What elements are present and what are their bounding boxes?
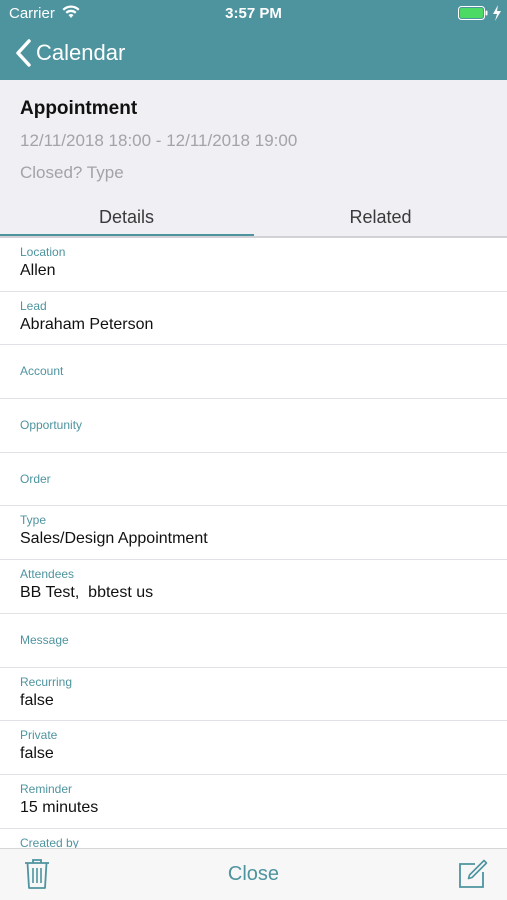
field-location: Location Allen bbox=[0, 238, 507, 292]
field-label: Private bbox=[20, 728, 58, 743]
navigation-bar: Carrier 3:57 PM Calendar bbox=[0, 0, 507, 80]
status-bar: Carrier 3:57 PM bbox=[0, 0, 507, 28]
field-reminder: Reminder 15 minutes bbox=[0, 775, 507, 829]
field-label: Type bbox=[20, 513, 47, 528]
field-value: BB Test, bbtest us bbox=[20, 584, 154, 602]
tab-bar: Details Related bbox=[0, 198, 507, 238]
trash-icon[interactable] bbox=[24, 858, 50, 890]
field-label: Opportunity bbox=[20, 418, 83, 433]
field-private: Private false bbox=[0, 721, 507, 775]
appointment-header: Appointment 12/11/2018 18:00 - 12/11/201… bbox=[0, 80, 507, 238]
field-label: Recurring bbox=[20, 674, 73, 689]
field-value: Sales/Design Appointment bbox=[20, 530, 208, 548]
appointment-closed-type: Closed? Type bbox=[20, 163, 124, 182]
active-tab-indicator bbox=[0, 234, 254, 236]
field-value: Allen bbox=[20, 262, 56, 279]
field-label: Message bbox=[20, 632, 69, 647]
charging-icon bbox=[493, 5, 501, 21]
field-value: Abraham Peterson bbox=[20, 315, 154, 333]
field-value: false bbox=[20, 691, 54, 709]
field-label: Order bbox=[20, 471, 51, 486]
field-message: Message bbox=[0, 614, 507, 668]
details-list[interactable]: Location Allen Lead Abraham Peterson Acc… bbox=[0, 238, 507, 848]
battery-icon bbox=[458, 6, 488, 20]
field-type: Type Sales/Design Appointment bbox=[0, 506, 507, 561]
field-lead[interactable]: Lead Abraham Peterson bbox=[0, 292, 507, 346]
tab-related[interactable]: Related bbox=[254, 198, 507, 236]
field-recurring: Recurring false bbox=[0, 668, 507, 722]
chevron-left-icon bbox=[16, 39, 31, 67]
field-label: Attendees bbox=[20, 567, 75, 582]
field-label: Created by bbox=[20, 835, 79, 848]
field-account: Account bbox=[0, 345, 507, 400]
field-created-by: Created by bbox=[0, 829, 507, 848]
field-order: Order bbox=[0, 453, 507, 507]
field-value: false bbox=[20, 745, 54, 763]
back-button[interactable]: Calendar bbox=[14, 36, 125, 70]
clock: 3:57 PM bbox=[225, 5, 282, 22]
field-value: 15 minutes bbox=[20, 798, 99, 816]
field-opportunity: Opportunity bbox=[0, 399, 507, 453]
back-label: Calendar bbox=[36, 40, 126, 65]
appointment-title: Appointment bbox=[20, 98, 138, 119]
edit-icon[interactable] bbox=[458, 859, 488, 889]
field-label: Location bbox=[20, 245, 66, 259]
field-attendees: Attendees BB Test, bbtest us bbox=[0, 560, 507, 614]
field-label: Reminder bbox=[20, 781, 73, 796]
appointment-date-range: 12/11/2018 18:00 - 12/11/2018 19:00 bbox=[20, 131, 298, 150]
bottom-toolbar: Close bbox=[0, 848, 507, 900]
tab-details[interactable]: Details bbox=[0, 198, 253, 236]
field-label: Lead bbox=[20, 298, 47, 313]
close-button[interactable]: Close bbox=[200, 863, 307, 886]
field-label: Account bbox=[20, 364, 64, 379]
